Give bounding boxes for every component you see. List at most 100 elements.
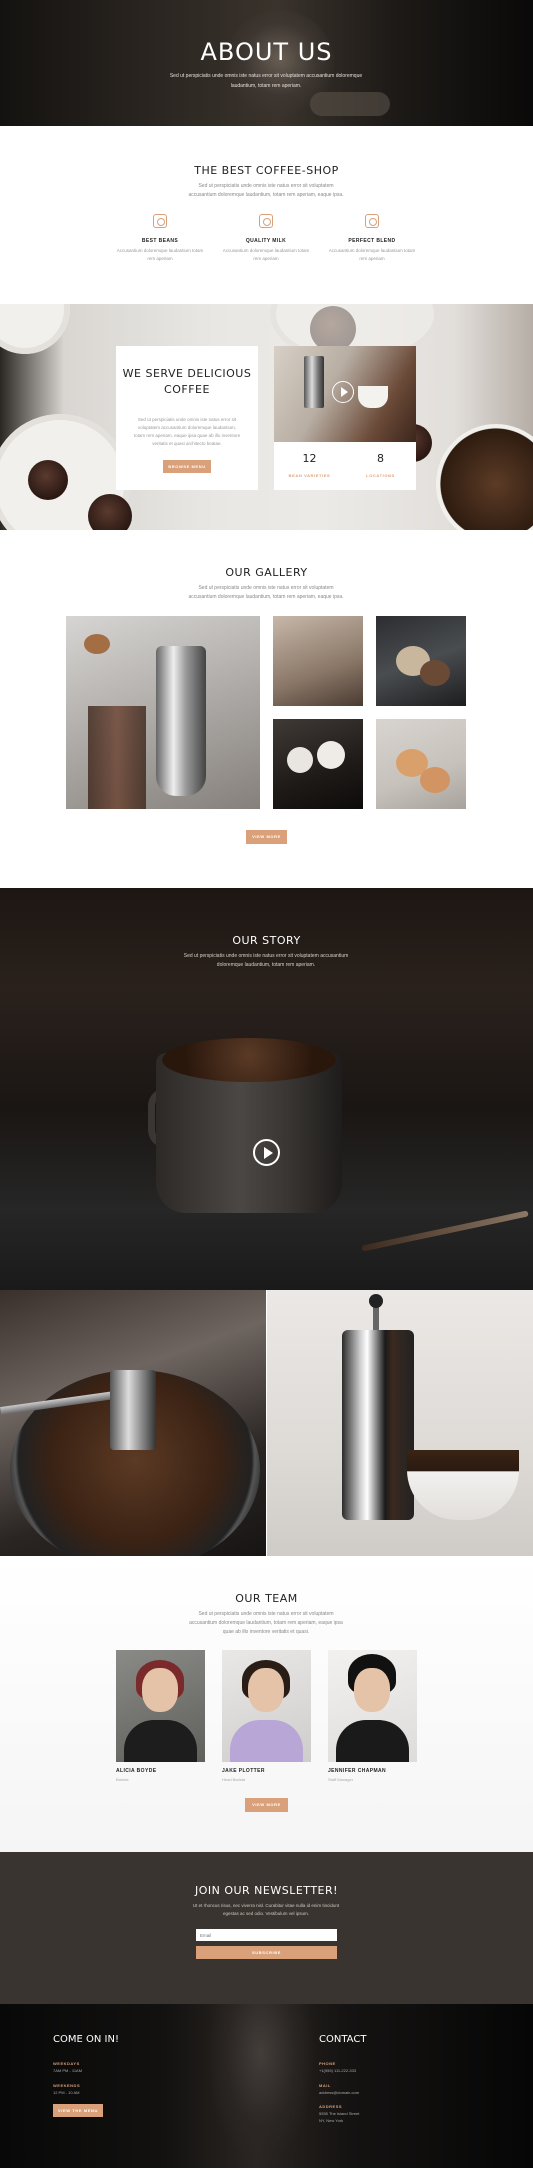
serve-card: WE SERVE DELICIOUS COFFEE Sed ut perspic… <box>116 346 258 490</box>
address-line-1: 5555 The Island Street <box>319 2111 360 2116</box>
grinder-mechanism-image <box>110 1370 156 1450</box>
grinder-image <box>156 646 206 796</box>
weekdays-label: WEEKDAYS <box>53 2061 80 2066</box>
play-icon[interactable] <box>253 1139 280 1166</box>
footer-hours-column: COME ON IN! WEEKDAYS 7AM PM - 11AM WEEKE… <box>53 2034 119 2117</box>
macaron-image <box>420 660 450 686</box>
play-icon[interactable] <box>332 381 354 403</box>
gallery-image-cupcakes[interactable] <box>273 719 363 809</box>
french-press-photo <box>267 1290 533 1556</box>
serve-title-line-1: WE SERVE DELICIOUS <box>122 367 252 380</box>
grinder-photo <box>0 1290 266 1556</box>
feature-title: BEST BEANS <box>141 238 179 244</box>
press-knob-image <box>369 1294 383 1308</box>
serve-text: Sed ut perspiciatis unde omnis iste natu… <box>133 417 241 446</box>
serve-section: WE SERVE DELICIOUS COFFEE Sed ut perspic… <box>0 304 533 530</box>
footer-background-mug <box>206 2004 316 2168</box>
page-title: ABOUT US <box>200 38 333 66</box>
body-image <box>230 1720 303 1762</box>
gallery-view-more-button[interactable]: VIEW MORE <box>246 830 287 844</box>
gallery-section: OUR GALLERY Sed ut perspiciatis unde omn… <box>0 530 533 888</box>
avatar[interactable] <box>222 1650 311 1762</box>
stat-locations: 8 LOCATIONS <box>345 452 416 478</box>
phone-value[interactable]: +1(555) 111-222-333 <box>319 2068 366 2075</box>
story-subtitle: Sed ut perspiciatis unde omnis iste natu… <box>183 953 349 968</box>
gallery-image-cookies[interactable] <box>376 719 466 809</box>
body-image <box>336 1720 409 1762</box>
member-name: ALICIA BOYDE <box>116 1768 157 1774</box>
address-value: 5555 The Island Street NY, New York <box>319 2111 366 2124</box>
member-name: JENNIFER CHAPMAN <box>328 1768 387 1774</box>
stat-label: LOCATIONS <box>366 473 395 478</box>
bean-icon <box>153 214 167 228</box>
footer-section: COME ON IN! WEEKDAYS 7AM PM - 11AM WEEKE… <box>0 2004 533 2168</box>
weekdays-hours: 7AM PM - 11AM <box>53 2068 83 2073</box>
feature-desc: Accusantium doloremque laudantium totam … <box>328 248 416 261</box>
footer-contact-column: CONTACT PHONE +1(555) 111-222-333 MAIL a… <box>319 2034 366 2132</box>
feature-title: PERFECT BLEND <box>348 238 396 244</box>
story-title: OUR STORY <box>232 934 301 947</box>
team-title: OUR TEAM <box>235 1592 298 1605</box>
feature-desc: Accusantium doloremque laudantium totam … <box>116 248 204 261</box>
spoon-image <box>361 1210 529 1252</box>
member-role: Staff Manager <box>328 1777 354 1782</box>
stat-label: BEAN VARIETIES <box>288 473 331 478</box>
story-section: OUR STORY Sed ut perspiciatis unde omnis… <box>0 888 533 1290</box>
grinder-knob-image <box>84 634 110 654</box>
french-press-image <box>342 1330 414 1520</box>
feature-desc: Accusantium doloremque laudantium totam … <box>222 248 310 261</box>
browse-menu-button[interactable]: BROWSE MENU <box>163 460 211 473</box>
beans-bowl-image <box>436 424 533 530</box>
feature-best-beans: BEST BEANS Accusantium doloremque laudan… <box>114 214 206 263</box>
mail-value[interactable]: address@domain.com <box>319 2090 366 2097</box>
image-duo-section <box>0 1290 533 1556</box>
serve-title-line-2: COFFEE <box>164 383 210 396</box>
video-thumbnail[interactable] <box>274 346 416 442</box>
email-field[interactable] <box>196 1929 337 1941</box>
team-subtitle: Sed ut perspiciatis unde omnis iste natu… <box>189 1611 343 1635</box>
jar-image <box>88 706 146 809</box>
stat-bean-varieties: 12 BEAN VARIETIES <box>274 452 345 478</box>
hero-background-plate <box>310 92 390 116</box>
stat-number: 12 <box>302 452 317 465</box>
address-label: ADDRESS <box>319 2104 343 2109</box>
plate-image <box>0 304 70 354</box>
french-press-image <box>304 356 324 408</box>
newsletter-subtitle: Ut et rhoncus risus, nec viverra nisl. C… <box>192 1903 340 1916</box>
gallery-image-macarons[interactable] <box>376 616 466 706</box>
avatar[interactable] <box>328 1650 417 1762</box>
avatar[interactable] <box>116 1650 205 1762</box>
team-member-card: ALICIA BOYDE Barista <box>116 1650 205 1782</box>
gallery-image-grinder[interactable] <box>66 616 260 809</box>
phone-label: PHONE <box>319 2061 336 2066</box>
face-image <box>142 1668 178 1712</box>
gallery-subtitle: Sed ut perspiciatis unde omnis iste natu… <box>188 585 344 600</box>
cup-image <box>358 386 388 408</box>
coffee-beans-image <box>162 1038 336 1082</box>
muffin-image <box>88 494 132 530</box>
team-member-card: JAKE PLOTTER Head Barista <box>222 1650 311 1782</box>
features-section: THE BEST COFFEE-SHOP Sed ut perspiciatis… <box>0 126 533 304</box>
view-menu-button[interactable]: VIEW THE MENU <box>53 2104 103 2117</box>
weekends-hours: 12 PM - 10 AM <box>53 2089 80 2095</box>
gallery-image-grinders[interactable] <box>273 616 363 706</box>
features-title: THE BEST COFFEE-SHOP <box>194 164 339 177</box>
weekends-label: WEEKENDS <box>53 2082 81 2088</box>
team-member-card: JENNIFER CHAPMAN Staff Manager <box>328 1650 417 1782</box>
muffin-image <box>28 460 68 500</box>
team-view-more-button[interactable]: VIEW MORE <box>245 1798 288 1812</box>
cookie-image <box>420 767 450 793</box>
body-image <box>124 1720 197 1762</box>
mail-label: MAIL <box>319 2082 331 2088</box>
member-name: JAKE PLOTTER <box>222 1768 265 1774</box>
serve-title: WE SERVE DELICIOUS COFFEE <box>116 366 258 398</box>
subscribe-button[interactable]: SUBSCRIBE <box>196 1946 337 1959</box>
face-image <box>248 1668 284 1712</box>
hero-subtitle: Sed ut perspiciatis unde omnis iste natu… <box>169 73 363 89</box>
team-section: OUR TEAM Sed ut perspiciatis unde omnis … <box>0 1556 533 1852</box>
face-image <box>354 1668 390 1712</box>
newsletter-section: JOIN OUR NEWSLETTER! Ut et rhoncus risus… <box>0 1852 533 2004</box>
feature-perfect-blend: PERFECT BLEND Accusantium doloremque lau… <box>326 214 418 263</box>
feature-title: QUALITY MILK <box>245 238 287 244</box>
beans-dish-image <box>407 1450 519 1520</box>
